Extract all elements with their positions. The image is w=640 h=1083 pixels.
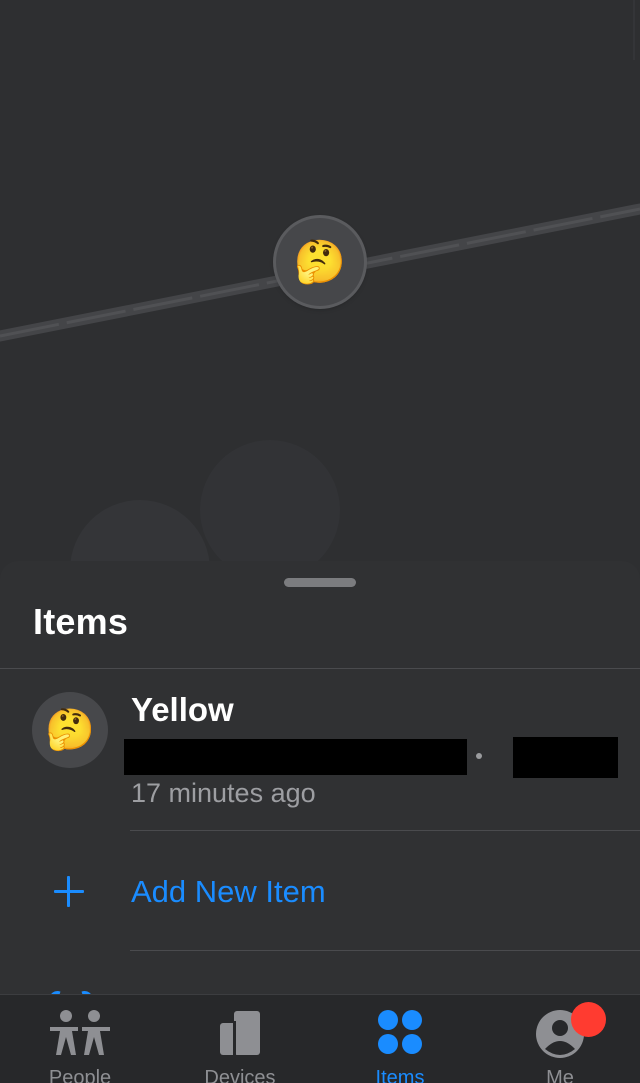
tab-people[interactable]: People [0,995,160,1083]
tab-label: Devices [204,1067,276,1083]
tab-label: Me [546,1067,574,1083]
tab-bar: People Devices Items Me [0,994,640,1083]
item-avatar: 🤔 [32,692,108,768]
notification-badge [571,1002,606,1037]
tab-devices[interactable]: Devices [160,995,320,1083]
add-new-item-button[interactable]: Add New Item [0,831,640,951]
items-icon [378,1010,422,1054]
add-new-item-label: Add New Item [131,874,326,909]
divider [130,950,640,951]
item-row-yellow[interactable]: 🤔 Yellow 17 minutes ago [0,669,640,831]
item-name: Yellow [131,691,234,728]
devices-icon [220,1011,260,1055]
plus-icon [50,873,88,911]
thinking-face-emoji-icon: 🤔 [45,708,95,752]
tab-items[interactable]: Items [320,995,480,1083]
tab-me[interactable]: Me [480,995,640,1083]
map-view[interactable]: 🤔 [0,0,640,600]
thinking-face-emoji-icon: 🤔 [293,238,347,285]
item-location-pin[interactable]: 🤔 [276,218,364,306]
find-my-screen: 🤔 Items 🤔 Yellow 17 minutes ago Add New … [0,0,640,1083]
sheet-grabber[interactable] [284,578,356,587]
people-icon [50,1010,110,1055]
redacted-distance [513,737,618,778]
tab-label: People [48,1067,112,1083]
item-last-seen: 17 minutes ago [131,778,316,808]
redacted-location [124,739,467,775]
tab-label: Items [375,1067,425,1083]
sheet-title: Items [33,601,129,642]
separator-dot [476,753,482,759]
